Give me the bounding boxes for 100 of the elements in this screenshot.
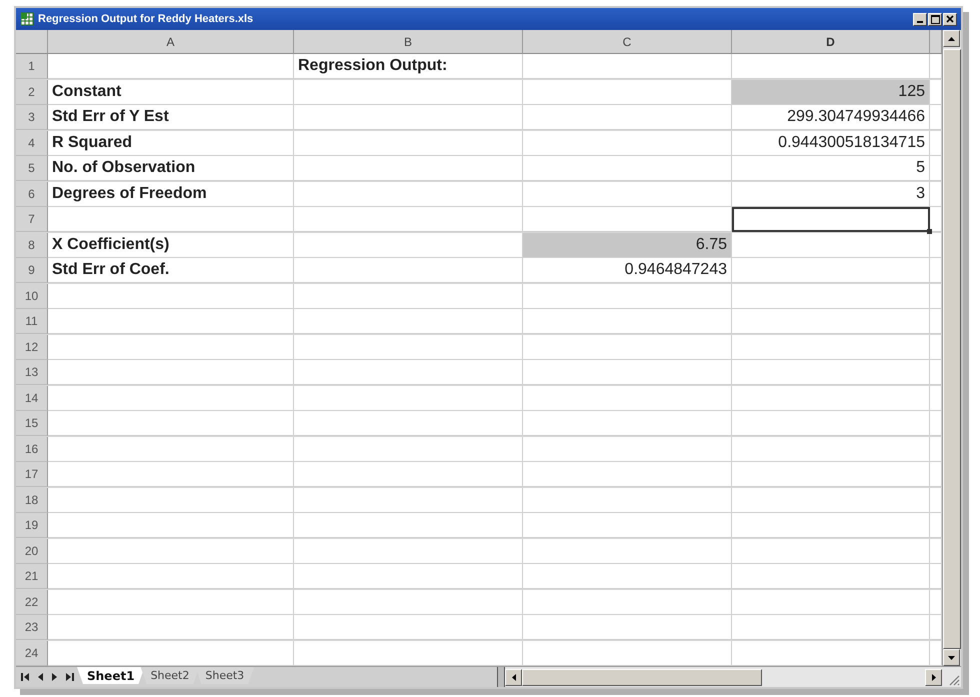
table-cell[interactable]: [523, 640, 732, 666]
table-cell[interactable]: [930, 513, 942, 538]
row-header[interactable]: 24: [16, 640, 48, 666]
table-cell[interactable]: [523, 309, 732, 334]
sheet-tab[interactable]: Sheet2: [140, 667, 200, 684]
row-header[interactable]: 7: [16, 207, 48, 232]
table-cell[interactable]: [523, 156, 732, 182]
table-cell[interactable]: [294, 105, 523, 130]
table-cell[interactable]: [294, 386, 523, 411]
row-header[interactable]: 17: [16, 462, 48, 488]
row-header[interactable]: 23: [16, 615, 48, 640]
table-cell[interactable]: [48, 207, 294, 232]
table-cell[interactable]: [930, 334, 942, 360]
table-cell[interactable]: [930, 615, 942, 640]
table-cell[interactable]: [294, 436, 523, 462]
row-header[interactable]: 1: [16, 54, 48, 80]
maximize-button[interactable]: [928, 12, 942, 26]
table-cell[interactable]: 299.304749934466: [732, 105, 930, 130]
table-cell[interactable]: [930, 130, 942, 156]
row-header[interactable]: 22: [16, 590, 48, 615]
table-cell[interactable]: [294, 258, 523, 284]
row-header[interactable]: 12: [16, 334, 48, 360]
table-cell[interactable]: 3: [732, 182, 930, 207]
table-cell[interactable]: [294, 309, 523, 334]
table-cell[interactable]: [930, 156, 942, 182]
column-header[interactable]: D: [732, 30, 930, 54]
table-cell[interactable]: [523, 411, 732, 436]
column-header[interactable]: A: [48, 30, 294, 54]
table-cell[interactable]: [732, 334, 930, 360]
table-cell[interactable]: [48, 462, 294, 488]
scroll-left-button[interactable]: [505, 668, 522, 686]
table-cell[interactable]: [523, 334, 732, 360]
table-cell[interactable]: [294, 590, 523, 615]
table-cell[interactable]: [294, 334, 523, 360]
row-header[interactable]: 20: [16, 538, 48, 564]
row-header[interactable]: 14: [16, 386, 48, 411]
table-cell[interactable]: [523, 564, 732, 590]
table-cell[interactable]: [732, 309, 930, 334]
table-cell[interactable]: [930, 105, 942, 130]
sheet-tab[interactable]: Sheet3: [195, 667, 254, 684]
table-cell[interactable]: [930, 80, 942, 105]
table-cell[interactable]: [294, 564, 523, 590]
table-cell[interactable]: [732, 258, 930, 284]
table-cell[interactable]: [48, 309, 294, 334]
row-header[interactable]: 16: [16, 436, 48, 462]
table-cell[interactable]: [523, 538, 732, 564]
table-cell[interactable]: [930, 232, 942, 258]
table-cell[interactable]: [48, 411, 294, 436]
table-cell[interactable]: [732, 488, 930, 513]
table-cell[interactable]: [732, 284, 930, 309]
table-cell[interactable]: [523, 513, 732, 538]
scroll-up-button[interactable]: [943, 30, 960, 47]
table-cell[interactable]: [930, 488, 942, 513]
table-cell[interactable]: [294, 640, 523, 666]
row-header[interactable]: 13: [16, 360, 48, 386]
table-cell[interactable]: [294, 513, 523, 538]
table-cell[interactable]: [732, 411, 930, 436]
table-cell[interactable]: Regression Output:: [294, 54, 523, 80]
table-cell[interactable]: [294, 360, 523, 386]
table-cell[interactable]: [930, 284, 942, 309]
table-cell[interactable]: [48, 564, 294, 590]
table-cell[interactable]: [732, 615, 930, 640]
table-cell[interactable]: [930, 436, 942, 462]
table-cell[interactable]: [930, 258, 942, 284]
table-cell[interactable]: [48, 513, 294, 538]
table-cell[interactable]: [294, 462, 523, 488]
table-cell[interactable]: [523, 462, 732, 488]
table-cell[interactable]: [930, 462, 942, 488]
row-header[interactable]: 10: [16, 284, 48, 309]
row-header[interactable]: 2: [16, 80, 48, 105]
table-cell[interactable]: Std Err of Coef.: [48, 258, 294, 284]
table-cell[interactable]: [930, 640, 942, 666]
row-header[interactable]: 5: [16, 156, 48, 182]
table-cell[interactable]: 0.9464847243: [523, 258, 732, 284]
table-cell[interactable]: Degrees of Freedom: [48, 182, 294, 207]
table-cell[interactable]: [48, 590, 294, 615]
table-cell[interactable]: [930, 309, 942, 334]
row-header[interactable]: 21: [16, 564, 48, 590]
table-cell[interactable]: [523, 54, 732, 80]
table-cell[interactable]: X Coefficient(s): [48, 232, 294, 258]
column-header[interactable]: B: [294, 30, 523, 54]
table-cell[interactable]: [294, 538, 523, 564]
minimize-button[interactable]: [913, 12, 927, 26]
table-cell[interactable]: [294, 284, 523, 309]
row-header[interactable]: 11: [16, 309, 48, 334]
table-cell[interactable]: [523, 80, 732, 105]
table-cell[interactable]: [48, 615, 294, 640]
table-cell[interactable]: [930, 590, 942, 615]
table-cell[interactable]: [732, 360, 930, 386]
table-cell[interactable]: [732, 462, 930, 488]
table-cell[interactable]: [294, 232, 523, 258]
table-cell[interactable]: 6.75: [523, 232, 732, 258]
row-header[interactable]: 19: [16, 513, 48, 538]
table-cell[interactable]: [930, 54, 942, 80]
table-cell[interactable]: [930, 538, 942, 564]
table-cell[interactable]: Std Err of Y Est: [48, 105, 294, 130]
scroll-right-button[interactable]: [925, 668, 942, 686]
split-handle[interactable]: [497, 667, 505, 687]
table-cell[interactable]: [523, 488, 732, 513]
table-cell[interactable]: [523, 386, 732, 411]
